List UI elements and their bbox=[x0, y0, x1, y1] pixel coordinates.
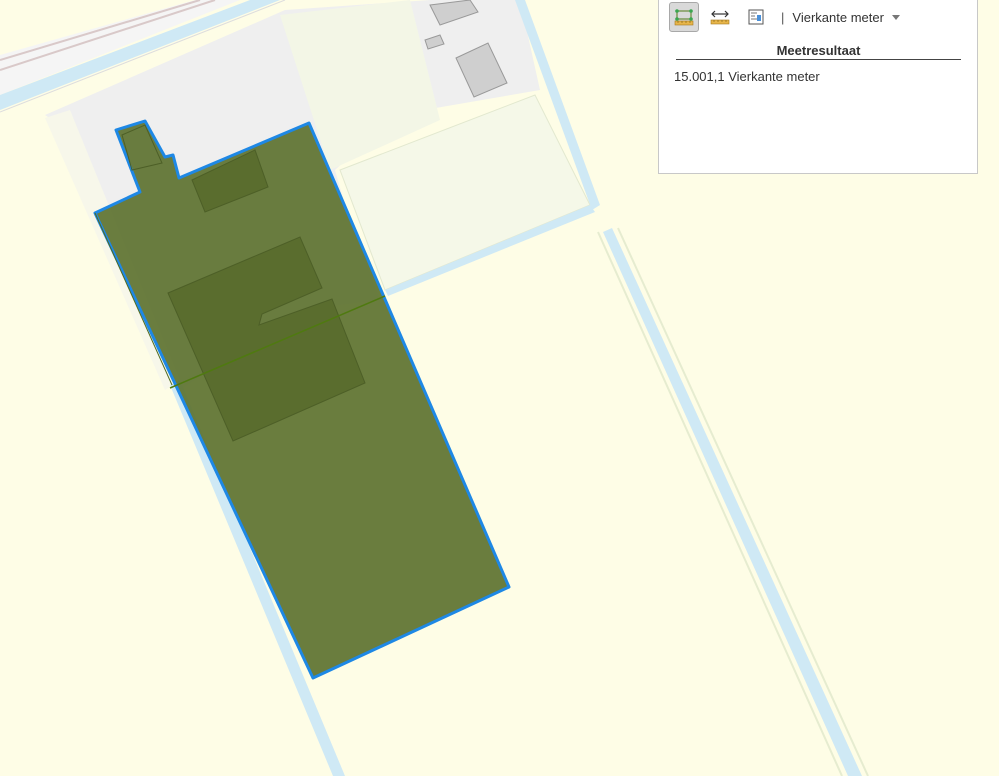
area-tool-button[interactable] bbox=[669, 2, 699, 32]
chevron-down-icon bbox=[891, 14, 900, 20]
result-title: Meetresultaat bbox=[676, 43, 961, 60]
location-measure-icon bbox=[748, 9, 764, 25]
location-tool-button[interactable] bbox=[741, 2, 771, 32]
area-measure-icon bbox=[674, 9, 694, 26]
measure-panel: | Vierkante meter Meetresultaat 15.001,1… bbox=[658, 0, 978, 174]
toolbar-separator: | bbox=[781, 9, 785, 25]
unit-dropdown[interactable]: Vierkante meter bbox=[792, 10, 900, 25]
unit-dropdown-label: Vierkante meter bbox=[792, 9, 884, 25]
result-value: 15.001,1 Vierkante meter bbox=[674, 69, 820, 84]
measure-toolbar: | Vierkante meter bbox=[669, 1, 900, 33]
distance-measure-icon bbox=[710, 10, 730, 25]
distance-tool-button[interactable] bbox=[705, 2, 735, 32]
